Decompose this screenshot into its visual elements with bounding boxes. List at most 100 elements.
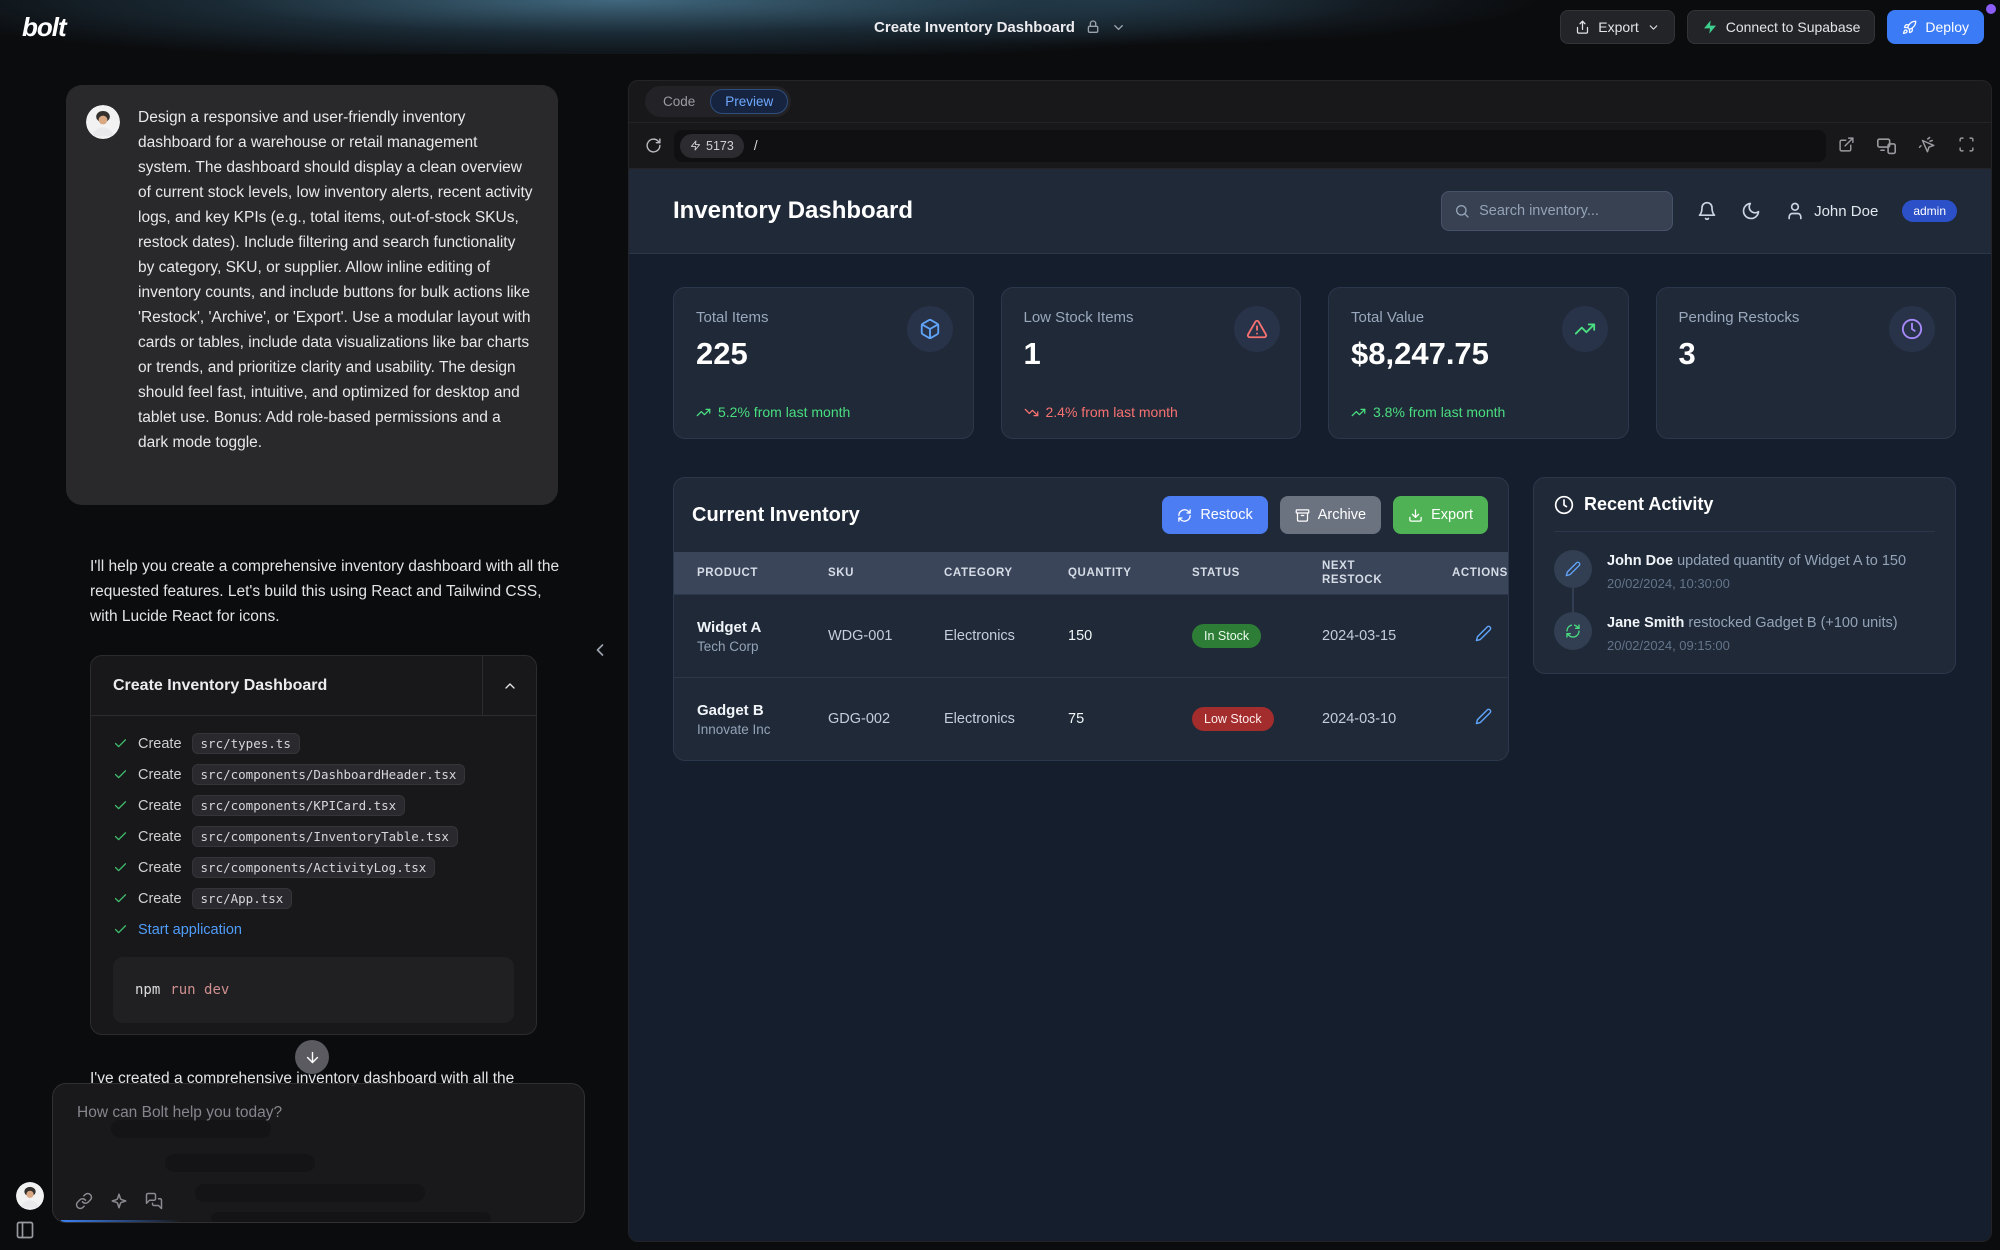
chevron-up-icon: [502, 678, 518, 694]
sparkles-icon[interactable]: [110, 1192, 128, 1210]
user-message-text: Design a responsive and user-friendly in…: [138, 105, 534, 455]
browser-bar: 5173 /: [629, 123, 1991, 169]
top-bar: bolt Create Inventory Dashboard Export C…: [0, 0, 2000, 54]
file-chip[interactable]: src/components/ActivityLog.tsx: [192, 857, 436, 878]
clock-icon: [1889, 306, 1935, 352]
kpi-row: Total Items 225 5.2% from last month Low…: [673, 287, 1956, 439]
check-icon: [113, 829, 128, 844]
timeline-connector: [1572, 588, 1574, 628]
file-chip[interactable]: src/components/DashboardHeader.tsx: [192, 764, 466, 785]
status-badge: Low Stock: [1192, 707, 1274, 731]
artifact-step: Create src/components/DashboardHeader.ts…: [113, 759, 536, 790]
user-message: Design a responsive and user-friendly in…: [66, 85, 558, 505]
page-title: Inventory Dashboard: [673, 197, 913, 225]
bolt-logo[interactable]: bolt: [22, 12, 66, 43]
package-icon: [907, 306, 953, 352]
terminal-command: npm run dev: [113, 957, 514, 1023]
start-application-step: Start application: [113, 914, 536, 945]
user-menu[interactable]: John Doe: [1785, 201, 1878, 221]
activity-item: John Doe updated quantity of Widget A to…: [1554, 550, 1935, 591]
bell-icon[interactable]: [1697, 201, 1717, 221]
responsive-devices-icon[interactable]: [1877, 136, 1896, 155]
user-icon: [1785, 201, 1805, 221]
collapse-artifact-button[interactable]: [482, 656, 536, 715]
editor-tab-bar: Code Preview: [629, 81, 1991, 123]
restock-button[interactable]: Restock: [1162, 496, 1267, 534]
export-csv-button[interactable]: Export: [1393, 496, 1488, 534]
share-icon: [1575, 20, 1590, 35]
trend-down-icon: [1024, 405, 1039, 420]
refresh-icon[interactable]: [645, 137, 662, 154]
trend-up-icon: [696, 405, 711, 420]
archive-button[interactable]: Archive: [1280, 496, 1381, 534]
kpi-card-pending-restocks: Pending Restocks 3: [1656, 287, 1957, 439]
alert-triangle-icon: [1234, 306, 1280, 352]
file-chip[interactable]: src/components/InventoryTable.tsx: [192, 826, 458, 847]
check-icon: [113, 736, 128, 751]
rocket-icon: [1902, 20, 1917, 35]
search-input[interactable]: [1479, 203, 1649, 219]
download-icon: [1408, 508, 1423, 523]
port-badge[interactable]: 5173: [680, 134, 744, 158]
address-bar[interactable]: 5173 /: [674, 130, 1826, 162]
chat-input-panel: [52, 1083, 585, 1223]
artifact-step: Create src/components/KPICard.tsx: [113, 790, 536, 821]
export-button[interactable]: Export: [1560, 10, 1674, 44]
refresh-icon: [1177, 508, 1192, 523]
chevron-down-icon: [1647, 21, 1660, 34]
chat-mode-icon[interactable]: [145, 1192, 163, 1210]
edit-row-icon[interactable]: [1475, 708, 1492, 725]
artifact-step: Create src/components/InventoryTable.tsx: [113, 821, 536, 852]
project-title[interactable]: Create Inventory Dashboard: [874, 19, 1075, 36]
collapse-chat-handle[interactable]: [590, 640, 610, 660]
open-external-icon[interactable]: [1838, 136, 1855, 155]
artifact-card: Create Inventory Dashboard Create src/ty…: [90, 655, 537, 1035]
artifact-step: Create src/components/ActivityLog.tsx: [113, 852, 536, 883]
tab-code[interactable]: Code: [648, 89, 710, 114]
fullscreen-icon[interactable]: [1958, 136, 1975, 155]
recent-activity-card: Recent Activity John Doe updated quantit…: [1533, 477, 1956, 674]
inspector-pointer-icon[interactable]: [1918, 136, 1936, 155]
url-path: /: [754, 138, 758, 153]
kpi-card-low-stock: Low Stock Items 1 2.4% from last month: [1001, 287, 1302, 439]
artifact-title[interactable]: Create Inventory Dashboard: [91, 656, 482, 715]
lock-icon: [1085, 19, 1101, 35]
assistant-intro-text: I'll help you create a comprehensive inv…: [90, 554, 568, 629]
activity-item: Jane Smith restocked Gadget B (+100 unit…: [1554, 612, 1935, 653]
kpi-card-total-items: Total Items 225 5.2% from last month: [673, 287, 974, 439]
pencil-icon: [1554, 550, 1592, 588]
trend-up-icon: [1351, 405, 1366, 420]
chevron-down-icon[interactable]: [1111, 20, 1126, 35]
archive-icon: [1295, 508, 1310, 523]
check-icon: [113, 767, 128, 782]
dark-mode-toggle-icon[interactable]: [1741, 201, 1761, 221]
inventory-search[interactable]: [1441, 191, 1673, 231]
check-icon: [113, 798, 128, 813]
role-badge: admin: [1902, 200, 1957, 222]
status-badge: In Stock: [1192, 624, 1261, 648]
check-icon: [113, 860, 128, 875]
table-row: Gadget B Innovate Inc GDG-002 Electronic…: [674, 677, 1508, 760]
notification-dot: [1986, 4, 1996, 14]
file-chip[interactable]: src/App.tsx: [192, 888, 293, 909]
table-header-row: PRODUCT SKU CATEGORY QUANTITY STATUS NEX…: [674, 552, 1508, 594]
inventory-title: Current Inventory: [692, 504, 860, 527]
edit-row-icon[interactable]: [1475, 625, 1492, 642]
account-avatar[interactable]: [16, 1182, 44, 1210]
current-inventory-card: Current Inventory Restock Archive: [673, 477, 1509, 761]
start-application-link[interactable]: Start application: [138, 922, 242, 938]
tab-preview[interactable]: Preview: [710, 89, 788, 114]
file-chip[interactable]: src/types.ts: [192, 733, 300, 754]
file-chip[interactable]: src/components/KPICard.tsx: [192, 795, 406, 816]
deploy-button[interactable]: Deploy: [1887, 10, 1984, 44]
connect-supabase-button[interactable]: Connect to Supabase: [1687, 10, 1876, 44]
check-icon: [113, 891, 128, 906]
sidebar-toggle-icon[interactable]: [15, 1220, 35, 1240]
kpi-card-total-value: Total Value $8,247.75 3.8% from last mon…: [1328, 287, 1629, 439]
table-row: Widget A Tech Corp WDG-001 Electronics 1…: [674, 594, 1508, 677]
link-icon[interactable]: [75, 1192, 93, 1210]
supabase-bolt-icon: [1702, 19, 1718, 35]
chat-panel: Design a responsive and user-friendly in…: [0, 54, 628, 1250]
user-avatar: [86, 105, 120, 139]
arrow-down-icon: [304, 1049, 321, 1066]
